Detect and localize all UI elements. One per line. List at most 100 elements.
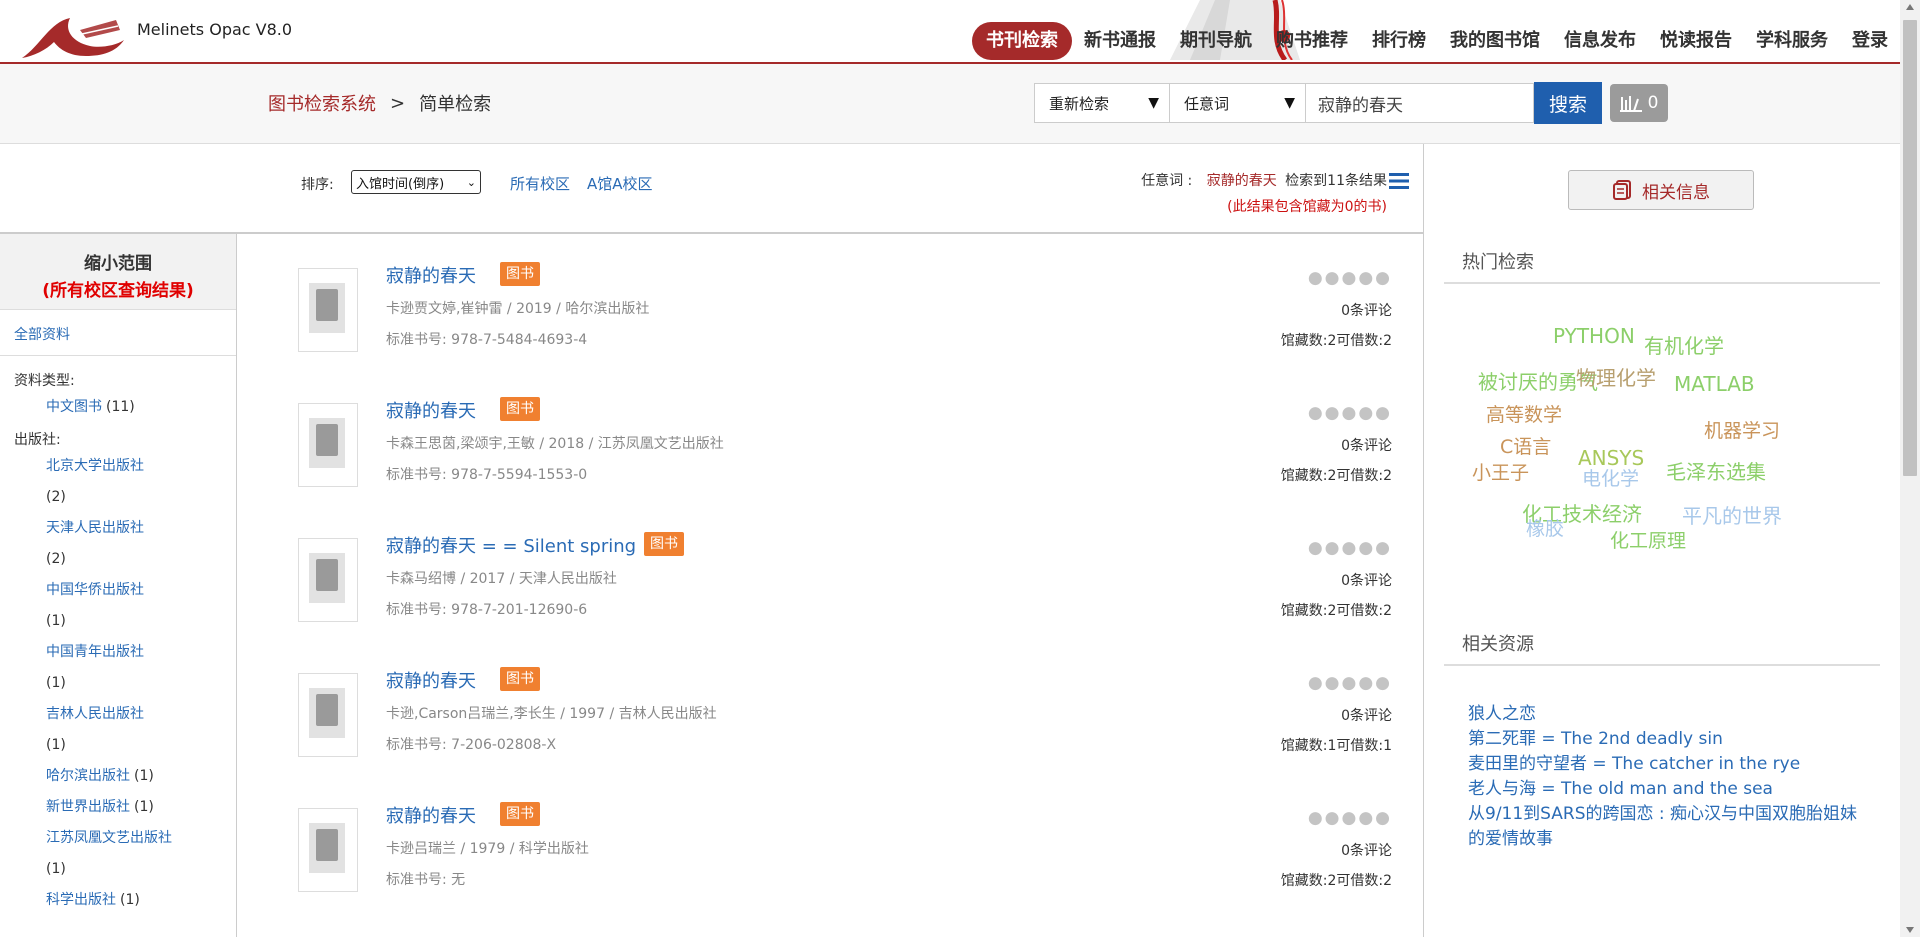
result-note: (此结果包含馆藏为0的书) (1227, 199, 1387, 215)
facet-item-link[interactable]: 天津人民出版社 (46, 520, 144, 536)
facet-item-link[interactable]: 哈尔滨出版社 (46, 768, 130, 784)
facet-item: 吉林人民出版社 (1) (0, 699, 236, 761)
nav-item-login[interactable]: 登录 (1840, 22, 1900, 60)
search-field-value: 任意词 (1184, 94, 1230, 113)
hot-tag[interactable]: 小王子 (1472, 458, 1529, 485)
hot-search-title: 热门检索 (1462, 252, 1534, 273)
nav-item-my-library[interactable]: 我的图书馆 (1438, 22, 1552, 60)
scrollbar-thumb[interactable] (1903, 20, 1917, 476)
results-toolbar: 排序: 入馆时间(倒序) ⌄ 所有校区 A馆A校区 任意词 : 寂静的春天 检索… (0, 144, 1423, 234)
facet-item-link[interactable]: 中国华侨出版社 (46, 582, 144, 598)
book-icon (316, 829, 338, 861)
related-info-button[interactable]: 相关信息 (1568, 170, 1754, 210)
hot-tag[interactable]: 物理化学 (1576, 362, 1656, 391)
facet-all-link[interactable]: 全部资料 (0, 310, 236, 356)
facet-title: 缩小范围 (84, 254, 152, 274)
resource-link[interactable]: 从9/11到SARS的跨国恋 : 痴心汉与中国双胞胎姐妹的爱情故事 (1468, 802, 1868, 852)
facet-item: 中文图书 (11) (0, 392, 236, 423)
type-badge: 图书 (500, 802, 540, 826)
nav-item-new-books[interactable]: 新书通报 (1072, 22, 1168, 60)
hot-tag[interactable]: 平凡的世界 (1682, 500, 1782, 529)
bookshelf-button[interactable]: 0 (1610, 84, 1668, 122)
search-form: 重新检索 ▼ 任意词 ▼ 搜索 0 (1034, 82, 1668, 124)
nav-item-reading-report[interactable]: 悦读报告 (1648, 22, 1744, 60)
app-title: Melinets Opac V8.0 (137, 20, 293, 39)
scroll-down-icon[interactable] (1906, 927, 1914, 933)
search-button[interactable]: 搜索 (1534, 82, 1602, 124)
result-meta: 卡森马绍博 / 2017 / 天津人民出版社 (386, 571, 617, 587)
hot-tag[interactable]: PYTHON (1553, 324, 1635, 348)
result-isbn: 标准书号: 7-206-02808-X (386, 737, 557, 753)
search-strip: 图书检索系统 > 简单检索 重新检索 ▼ 任意词 ▼ 搜索 0 (0, 64, 1900, 144)
holdings-info: 馆藏数:1可借数:1 (1280, 738, 1392, 754)
hot-tag[interactable]: 毛泽东选集 (1666, 456, 1766, 485)
book-cover[interactable] (298, 403, 358, 487)
page-scrollbar[interactable] (1900, 0, 1920, 937)
result-title-link[interactable]: 寂静的春天 (386, 262, 476, 288)
nav-item-journals[interactable]: 期刊导航 (1168, 22, 1264, 60)
facet-item-link[interactable]: 江苏凤凰文艺出版社 (46, 830, 172, 846)
review-count: 0条评论 (1341, 843, 1392, 859)
book-cover[interactable] (298, 538, 358, 622)
book-cover[interactable] (298, 673, 358, 757)
query-term: 寂静的春天 (1206, 173, 1277, 189)
facet-item: 新世界出版社 (1) (0, 792, 236, 823)
hot-tag[interactable]: C语言 (1500, 432, 1551, 459)
facet-item-link[interactable]: 新世界出版社 (46, 799, 130, 815)
hot-tag[interactable]: 有机化学 (1644, 330, 1724, 359)
book-cover[interactable] (298, 808, 358, 892)
facet-item-count: (1) (46, 675, 66, 691)
search-field-select[interactable]: 任意词 ▼ (1170, 83, 1306, 123)
result-title-link[interactable]: 寂静的春天 (386, 667, 476, 693)
search-mode-value: 重新检索 (1049, 94, 1110, 113)
list-view-icon[interactable] (1389, 172, 1409, 190)
facet-publisher-list: 北京大学出版社 (2) 天津人民出版社 (2) 中国华侨出版社 (1) 中国青年出版社… (0, 451, 236, 916)
sort-value: 入馆时间(倒序) (356, 176, 445, 192)
sort-select[interactable]: 入馆时间(倒序) ⌄ (351, 170, 481, 194)
review-count: 0条评论 (1341, 708, 1392, 724)
review-count: 0条评论 (1341, 438, 1392, 454)
campus-all-link[interactable]: 所有校区 (510, 173, 570, 194)
facet-item-link[interactable]: 中文图书 (46, 399, 102, 415)
hot-tag[interactable]: 化工原理 (1610, 526, 1686, 553)
resource-link[interactable]: 狼人之恋 (1468, 702, 1868, 727)
result-title-link[interactable]: 寂静的春天 (386, 802, 476, 828)
facet-item-link[interactable]: 北京大学出版社 (46, 458, 144, 474)
hot-tag[interactable]: 电化学 (1582, 464, 1639, 491)
campus-a-link[interactable]: A馆A校区 (587, 173, 653, 194)
nav-item-subject-service[interactable]: 学科服务 (1744, 22, 1840, 60)
chevron-down-icon: ▼ (1148, 95, 1159, 111)
facet-item-link[interactable]: 中国青年出版社 (46, 644, 144, 660)
resource-link[interactable]: 老人与海 = The old man and the sea (1468, 777, 1868, 802)
related-resources-title: 相关资源 (1462, 634, 1534, 655)
result-title-link[interactable]: 寂静的春天 = = Silent spring (386, 532, 636, 558)
library-logo[interactable] (20, 16, 125, 60)
nav-item-purchase-recommend[interactable]: 购书推荐 (1264, 22, 1360, 60)
facet-item-link[interactable]: 吉林人民出版社 (46, 706, 144, 722)
query-field-label: 任意词 : (1141, 173, 1193, 189)
facet-sidebar: 缩小范围 (所有校区查询结果) 全部资料 资料类型: 中文图书 (11) 出版社:… (0, 234, 237, 937)
breadcrumb: 图书检索系统 > 简单检索 (268, 90, 491, 116)
book-icon (316, 694, 338, 726)
hot-tag[interactable]: 机器学习 (1704, 416, 1780, 443)
nav-item-book-search[interactable]: 书刊检索 (972, 22, 1072, 60)
search-mode-select[interactable]: 重新检索 ▼ (1034, 83, 1170, 123)
breadcrumb-root-link[interactable]: 图书检索系统 (268, 90, 376, 116)
facet-item-count: (1) (46, 861, 66, 877)
book-cover[interactable] (298, 268, 358, 352)
hot-tag[interactable]: 橡胶 (1526, 514, 1564, 541)
nav-item-rankings[interactable]: 排行榜 (1360, 22, 1438, 60)
related-info-label: 相关信息 (1642, 182, 1710, 203)
result-isbn: 标准书号: 978-7-5484-4693-4 (386, 332, 588, 348)
scroll-up-icon[interactable] (1906, 4, 1914, 10)
facet-item-link[interactable]: 科学出版社 (46, 892, 116, 908)
resource-link[interactable]: 第二死罪 = The 2nd deadly sin (1468, 727, 1868, 752)
resource-link[interactable]: 麦田里的守望者 = The catcher in the rye (1468, 752, 1868, 777)
hot-tag[interactable]: MATLAB (1674, 372, 1755, 396)
hot-tag[interactable]: 高等数学 (1486, 400, 1562, 427)
search-input[interactable] (1306, 83, 1534, 123)
result-title-link[interactable]: 寂静的春天 (386, 397, 476, 423)
rating-stars-icon: ●●●●● (1307, 268, 1392, 288)
nav-item-announcements[interactable]: 信息发布 (1552, 22, 1648, 60)
facet-item-count: (2) (46, 551, 66, 567)
